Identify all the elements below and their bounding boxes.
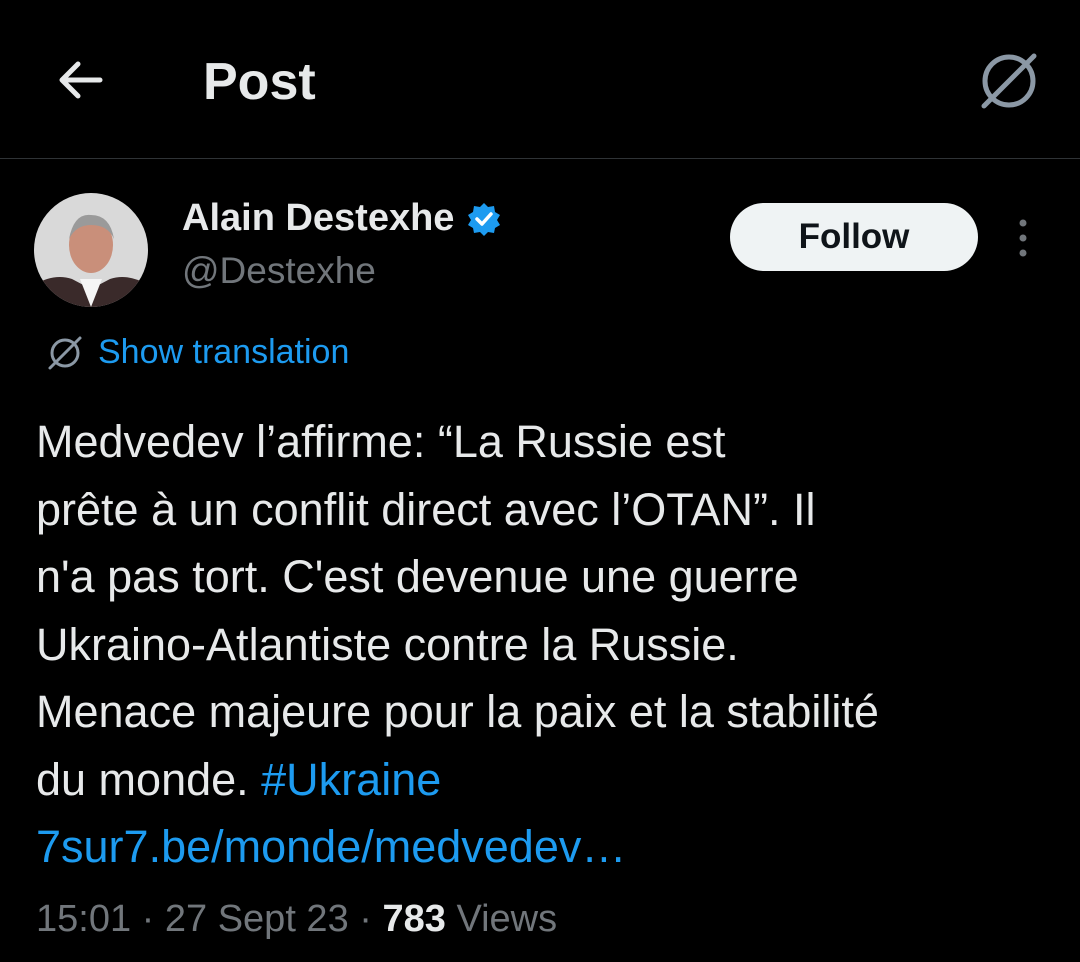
- show-translation-label: Show translation: [98, 333, 350, 371]
- post-line: prête à un conflit direct avec l’OTAN”. …: [36, 483, 816, 535]
- arrow-left-icon: [59, 61, 103, 99]
- hashtag-link[interactable]: #Ukraine: [261, 754, 441, 805]
- separator: ·: [348, 898, 383, 940]
- follow-button[interactable]: Follow: [730, 203, 978, 271]
- vertical-dots-icon: [1019, 219, 1027, 257]
- post-line: Menace majeure pour la paix et la stabil…: [36, 686, 879, 737]
- post-meta: 15:01 · 27 Sept 23 · 783 Views: [36, 898, 557, 941]
- author-name[interactable]: Alain Destexhe: [182, 197, 502, 240]
- post-time[interactable]: 15:01: [36, 898, 131, 940]
- article-link[interactable]: 7sur7.be/monde/medvedev…: [36, 813, 1046, 881]
- page-title: Post: [203, 53, 316, 111]
- author-handle[interactable]: @Destexhe: [182, 250, 376, 292]
- separator: ·: [131, 898, 165, 940]
- views-label: Views: [445, 898, 558, 940]
- show-translation-link[interactable]: Show translation: [46, 333, 349, 372]
- more-options-button[interactable]: [1012, 218, 1034, 258]
- avatar[interactable]: [34, 193, 148, 307]
- back-button[interactable]: [52, 52, 108, 108]
- post-line: Ukraino-Atlantiste contre la Russie.: [36, 618, 739, 670]
- verified-badge-icon: [468, 202, 501, 236]
- post-line-text: du monde.: [36, 753, 262, 805]
- post-line: n'a pas tort. C'est devenue une guerre: [36, 551, 799, 602]
- post-date[interactable]: 27 Sept 23: [165, 898, 349, 940]
- top-bar: Post: [0, 0, 1080, 159]
- author-name-text: Alain Destexhe: [182, 197, 455, 239]
- post-line: du monde. #Ukraine: [36, 746, 1046, 814]
- translate-button[interactable]: [976, 48, 1042, 114]
- post-line: Medvedev l’affirme: “La Russie est: [36, 416, 726, 467]
- globe-slash-icon: [48, 336, 82, 369]
- post-text: Medvedev l’affirme: “La Russie est prête…: [36, 408, 1046, 881]
- globe-slash-icon: [981, 53, 1037, 109]
- views-count[interactable]: 783: [382, 898, 445, 940]
